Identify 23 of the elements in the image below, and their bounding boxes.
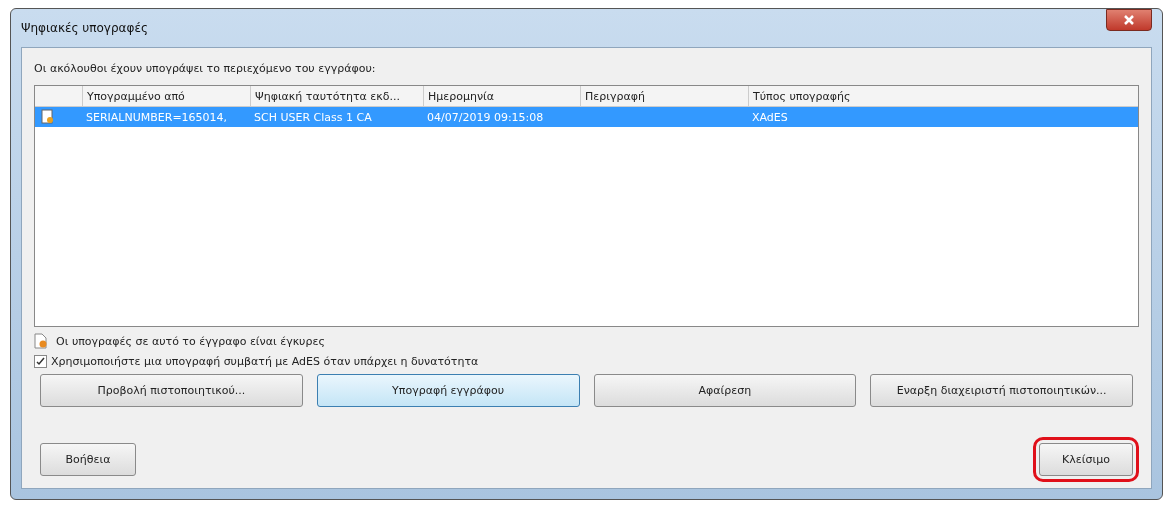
help-button[interactable]: Βοήθεια — [40, 443, 136, 476]
checkbox-label[interactable]: Χρησιμοποιήστε μια υπογραφή συμβατή με AdES όταν υπάρχει η δυνατότητα — [51, 355, 479, 368]
status-text: Οι υπογραφές σε αυτό το έγγραφο είναι έγκυρες — [56, 334, 325, 348]
certificate-icon — [41, 109, 55, 125]
dialog-button[interactable]: Υπογραφή εγγράφου — [316, 374, 580, 407]
dialog-button[interactable]: Προβολή πιστοποιητικού... — [40, 374, 303, 407]
dialog-button[interactable]: Αφαίρεση — [593, 374, 857, 407]
close-button[interactable]: Κλείσιμο — [1039, 443, 1133, 476]
window-title: Ψηφιακές υπογραφές — [21, 21, 148, 35]
table-cell-text: 04/07/2019 09:15:08 — [426, 110, 545, 124]
table-cell-text: SERIALNUMBER=165014, — [85, 110, 229, 124]
ades-checkbox[interactable] — [34, 355, 47, 368]
column-header[interactable]: Υπογραμμένο από — [82, 86, 250, 106]
column-header[interactable]: Τύπος υπογραφής — [748, 86, 1138, 106]
column-header[interactable]: Ημερομηνία — [423, 86, 580, 106]
column-header[interactable]: Περιγραφή — [580, 86, 748, 106]
table-cell-text: SCH USER Class 1 CA — [253, 110, 373, 124]
table-cell-text: XAdES — [751, 110, 789, 124]
dialog-button[interactable]: Εναρξη διαχειριστή πιστοποιητικών... — [870, 374, 1133, 407]
column-header[interactable]: Ψηφιακή ταυτότητα εκδ... — [250, 86, 423, 106]
close-icon[interactable] — [1106, 9, 1152, 31]
document-icon — [34, 333, 48, 349]
intro-text: Οι ακόλουθοι έχουν υπογράψει το περιεχόμενο του εγγράφου: — [34, 62, 377, 75]
